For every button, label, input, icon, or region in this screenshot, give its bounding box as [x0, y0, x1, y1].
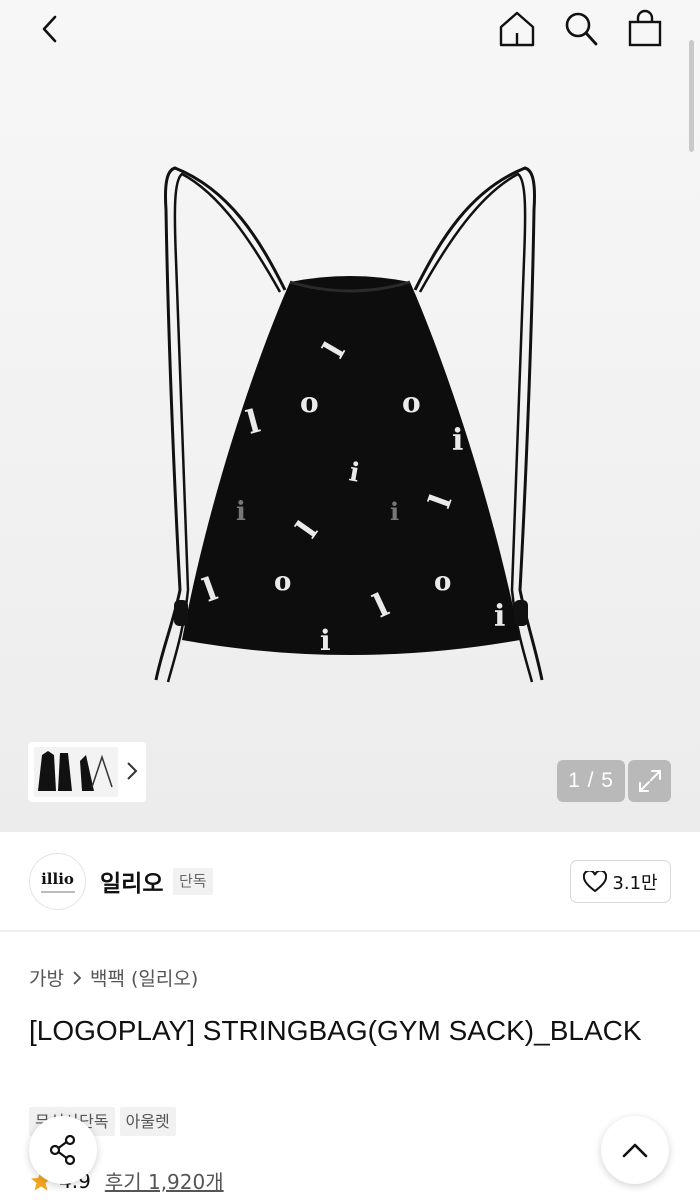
back-button[interactable] [28, 6, 74, 52]
tag-outlet: 아울렛 [119, 1107, 176, 1136]
home-icon [499, 11, 535, 47]
breadcrumb: 가방 백팩 (일리오) [29, 964, 198, 991]
review-count-link[interactable]: 후기 1,920개 [105, 1166, 224, 1195]
chevron-right-icon[interactable] [126, 760, 138, 782]
svg-text:i: i [390, 497, 399, 526]
search-icon [565, 12, 598, 46]
heart-icon [583, 870, 608, 892]
search-button[interactable] [558, 6, 604, 52]
product-title: [LOGOPLAY] STRINGBAG(GYM SACK)_BLACK [29, 1015, 642, 1046]
svg-text:o: o [300, 386, 319, 419]
svg-text:o: o [274, 567, 291, 597]
thumbnail-strip[interactable] [28, 742, 146, 802]
brand-logo-underline [40, 891, 75, 893]
svg-text:o: o [402, 386, 421, 419]
product-gallery[interactable]: l o l o i i i i l l l o l o i i 1 / 5 [0, 0, 700, 832]
brand-logo[interactable]: illio [29, 853, 86, 910]
svg-text:o: o [434, 567, 451, 597]
product-image-drawstring-bag[interactable]: l o l o i i i i l l l o l o i i [140, 150, 560, 690]
svg-text:i: i [236, 497, 246, 527]
chevron-right-icon [72, 970, 82, 986]
exclusive-badge: 단독 [173, 868, 213, 895]
svg-text:i: i [494, 599, 505, 634]
cart-button[interactable] [622, 6, 668, 52]
svg-text:i: i [452, 423, 463, 458]
brand-row: illio 일리오 단독 3.1만 [0, 832, 700, 932]
share-icon [49, 1134, 76, 1166]
brand-logo-text: illio [41, 870, 74, 888]
like-button[interactable]: 3.1만 [570, 860, 671, 903]
breadcrumb-subcategory[interactable]: 백팩 (일리오) [90, 964, 198, 991]
back-icon [42, 15, 57, 43]
top-navigation-bar [0, 0, 700, 60]
like-count: 3.1만 [612, 872, 658, 894]
home-button[interactable] [494, 6, 540, 52]
image-counter: 1 / 5 [557, 760, 625, 802]
breadcrumb-category[interactable]: 가방 [29, 964, 64, 991]
thumbnail-images [34, 747, 118, 797]
chevron-up-icon [622, 1143, 648, 1158]
scrollbar[interactable] [689, 40, 694, 152]
shopping-bag-icon [628, 9, 662, 47]
svg-text:i: i [320, 624, 331, 657]
expand-button[interactable] [628, 760, 671, 802]
brand-name[interactable]: 일리오 [100, 864, 163, 898]
share-button[interactable] [29, 1116, 97, 1184]
expand-icon [638, 770, 661, 792]
scroll-to-top-button[interactable] [601, 1116, 669, 1184]
